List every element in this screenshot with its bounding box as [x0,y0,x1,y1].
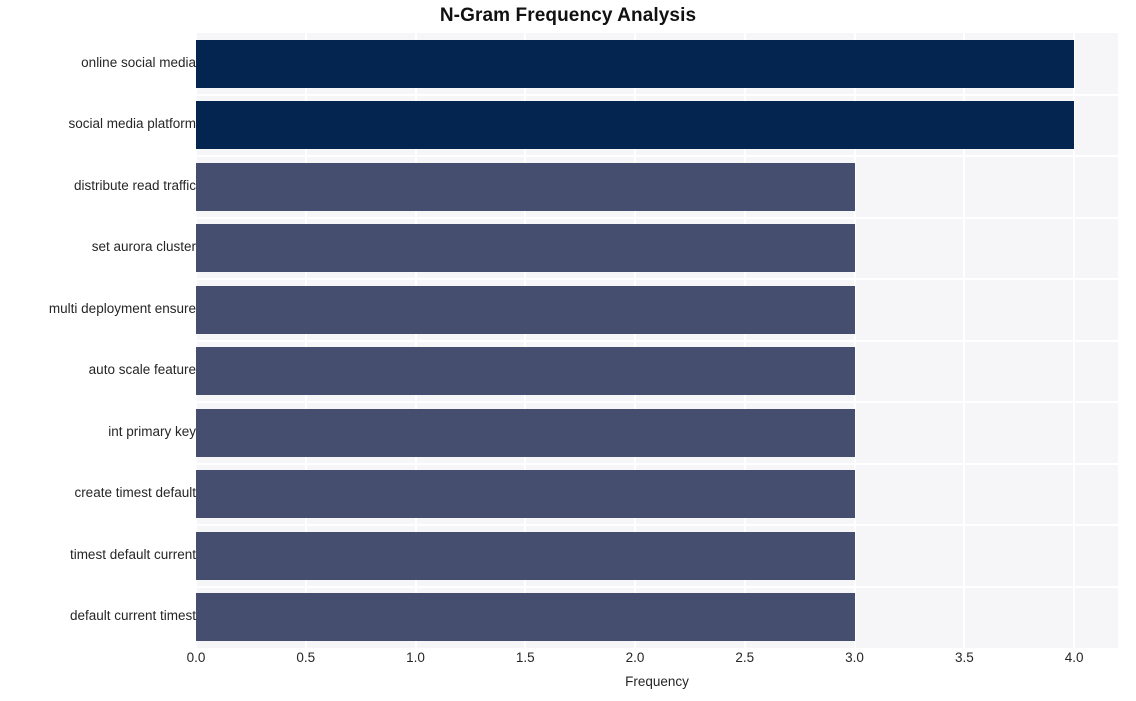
y-axis-tick-label: online social media [81,54,196,70]
bar [196,470,855,519]
y-axis-tick-label: int primary key [108,423,196,439]
x-axis-tick-label: 0.0 [186,650,206,665]
bar [196,408,855,457]
horizontal-gridline [196,216,1118,219]
horizontal-gridline [196,339,1118,342]
horizontal-gridline [196,155,1118,157]
bar [196,285,855,334]
x-axis-tick-labels: 0.0 0.5 1.0 1.5 2.0 2.5 3.0 3.5 4.0 [187,650,1118,672]
y-axis-tick-labels: online social media social media platform… [0,33,196,648]
bar [196,101,1075,150]
chart-figure: N-Gram Frequency Analysis online social … [0,0,1136,701]
x-axis-tick-label: 2.0 [625,650,645,665]
chart-title: N-Gram Frequency Analysis [439,5,697,26]
bar [196,224,855,273]
y-axis-tick-label: timest default current [69,546,196,562]
x-axis-tick-label: 2.5 [735,650,755,665]
horizontal-gridline [196,524,1118,526]
horizontal-gridline [196,462,1118,465]
x-axis-tick-label: 3.0 [845,650,864,665]
x-axis-tick-label: 1.5 [515,650,535,665]
x-axis-tick-label: 3.5 [954,650,974,665]
horizontal-gridline [196,278,1118,280]
y-axis-tick-label: multi deployment ensure [48,300,196,316]
y-axis-tick-label: social media platform [68,116,196,132]
bar [196,347,855,396]
y-axis-tick-label: distribute read traffic [73,177,196,193]
y-axis-tick-label: set aurora cluster [91,239,196,255]
x-axis-tick-label: 0.5 [296,650,316,665]
y-axis-tick-label: default current timest [69,608,196,624]
horizontal-gridline [196,93,1118,96]
plot-area [196,33,1118,648]
bar [196,593,855,642]
horizontal-gridline [196,401,1118,403]
x-axis-title: Frequency [625,674,689,689]
bar [196,162,855,211]
y-axis-tick-label: create timest default [74,485,196,501]
bar [196,531,855,580]
horizontal-gridline [196,585,1118,588]
x-axis-tick-label: 1.0 [406,650,425,665]
y-axis-tick-label: auto scale feature [88,362,196,378]
x-axis-tick-label: 4.0 [1064,650,1084,665]
bar [196,39,1075,88]
